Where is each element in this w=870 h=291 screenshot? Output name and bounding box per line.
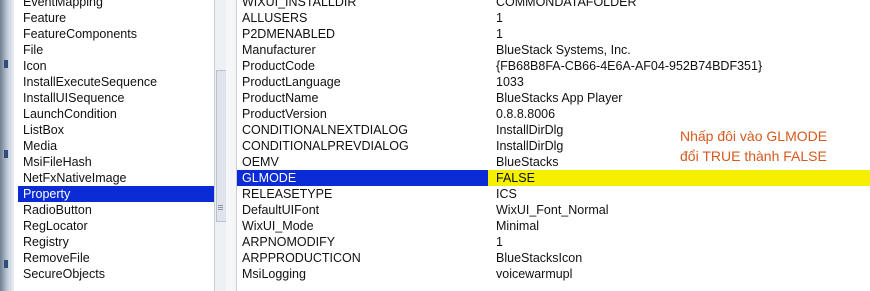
property-value[interactable]: BlueStacksIcon [496,250,582,266]
table-list-item[interactable]: MsiFileHash [18,154,214,170]
property-name[interactable]: WixUI_Mode [242,218,314,234]
property-value[interactable]: COMMONDATAFOLDER [496,0,637,10]
property-row[interactable]: P2DMENABLED 1 [237,26,870,42]
table-name: Feature [23,11,67,25]
property-name[interactable]: RELEASETYPE [242,186,332,202]
property-value[interactable]: FALSE [496,170,535,186]
annotation-line-2: đổi TRUE thành FALSE [680,148,827,164]
table-list-item[interactable]: Media [18,138,214,154]
scrollbar-grip [218,205,223,206]
table-name: NetFxNativeImage [23,171,127,185]
property-row[interactable]: ProductLanguage 1033 [237,74,870,90]
property-name[interactable]: ARPNOMODIFY [242,234,335,250]
property-name[interactable]: CONDITIONALPREVDIALOG [242,138,409,154]
table-name: File [23,43,44,57]
property-row[interactable]: ProductCode {FB68B8FA-CB66-4E6A-AF04-952B… [237,58,870,74]
gutter-marker [4,60,8,68]
property-row[interactable]: ARPPRODUCTICON BlueStacksIcon [237,250,870,266]
property-value[interactable]: BlueStacks [496,154,559,170]
property-row[interactable]: ProductName BlueStacks App Player [237,90,870,106]
value-highlight [488,170,870,186]
table-name: Property [23,187,71,201]
property-value[interactable]: InstallDirDlg [496,138,563,154]
property-row[interactable]: RELEASETYPE ICS [237,186,870,202]
property-name[interactable]: ProductCode [242,58,315,74]
table-name: MsiFileHash [23,155,92,169]
table-list-item[interactable]: RadioButton [18,202,214,218]
left-gutter [0,0,14,291]
table-list-item[interactable]: Feature [18,10,214,26]
property-name[interactable]: ALLUSERS [242,10,307,26]
table-list-item[interactable]: InstallExecuteSequence [18,74,214,90]
table-list-item[interactable]: Registry [18,234,214,250]
property-row[interactable]: GLMODE FALSE [237,170,870,186]
table-list-item[interactable]: NetFxNativeImage [18,170,214,186]
property-row[interactable]: ALLUSERS 1 [237,10,870,26]
property-value[interactable]: 1 [496,26,503,42]
property-value[interactable]: InstallDirDlg [496,122,563,138]
property-name[interactable]: P2DMENABLED [242,26,335,42]
property-name[interactable]: OEMV [242,154,279,170]
table-name: FeatureComponents [23,27,137,41]
property-row[interactable]: DefaultUIFont WixUI_Font_Normal [237,202,870,218]
property-value[interactable]: BlueStacks App Player [496,90,622,106]
property-row[interactable]: WIXUI_INSTALLDIR COMMONDATAFOLDER [237,0,870,10]
table-name: RegLocator [23,219,88,233]
table-name: RemoveFile [23,251,90,265]
tables-list[interactable]: EventMapping Feature FeatureComponents File… [18,0,214,291]
property-value[interactable]: BlueStack Systems, Inc. [496,42,631,58]
msi-editor-window: EventMapping Feature FeatureComponents File… [0,0,870,291]
table-name: ListBox [23,123,64,137]
property-value[interactable]: {FB68B8FA-CB66-4E6A-AF04-952B74BDF351} [496,58,762,74]
table-name: SecureObjects [23,267,105,281]
gutter-marker [4,260,8,268]
annotation-line-1: Nhấp đôi vào GLMODE [680,128,828,144]
table-name: LaunchCondition [23,107,117,121]
table-name: Media [23,139,58,153]
table-list-item[interactable]: Property [18,186,214,202]
table-name: EventMapping [23,0,103,9]
property-row[interactable]: ProductVersion 0.8.8.8006 [237,106,870,122]
pane-splitter[interactable] [226,0,237,291]
property-row[interactable]: ARPNOMODIFY 1 [237,234,870,250]
table-list-item[interactable]: RegLocator [18,218,214,234]
property-row[interactable]: WixUI_Mode Minimal [237,218,870,234]
property-row[interactable]: Manufacturer BlueStack Systems, Inc. [237,42,870,58]
table-list-item[interactable]: File [18,42,214,58]
property-name[interactable]: ProductName [242,90,318,106]
property-name[interactable]: ProductLanguage [242,74,341,90]
annotation: Nhấp đôi vào GLMODE đổi TRUE thành FALSE [680,126,827,166]
property-value[interactable]: 0.8.8.8006 [496,106,555,122]
table-list-item[interactable]: EventMapping [18,0,214,10]
table-name: Icon [23,59,47,73]
property-value[interactable]: 1 [496,10,503,26]
property-value[interactable]: ICS [496,186,517,202]
table-list-item[interactable]: SecureObjects [18,266,214,282]
property-value[interactable]: voicewarmupl [496,266,572,282]
table-name: Registry [23,235,69,249]
property-name[interactable]: DefaultUIFont [242,202,319,218]
property-name[interactable]: Manufacturer [242,42,316,58]
table-list-item[interactable]: InstallUISequence [18,90,214,106]
property-name[interactable]: ProductVersion [242,106,327,122]
gutter-marker [4,150,8,158]
property-name[interactable]: ARPPRODUCTICON [242,250,361,266]
property-value[interactable]: 1 [496,234,503,250]
property-value[interactable]: 1033 [496,74,524,90]
table-list-item[interactable]: FeatureComponents [18,26,214,42]
table-list-item[interactable]: LaunchCondition [18,106,214,122]
property-name[interactable]: GLMODE [242,170,296,186]
property-row[interactable]: MsiLogging voicewarmupl [237,266,870,282]
property-value[interactable]: WixUI_Font_Normal [496,202,609,218]
table-name: RadioButton [23,203,92,217]
table-list-item[interactable]: RemoveFile [18,250,214,266]
property-value[interactable]: Minimal [496,218,539,234]
property-name[interactable]: MsiLogging [242,266,306,282]
table-name: InstallUISequence [23,91,125,105]
table-list-item[interactable]: ListBox [18,122,214,138]
property-name[interactable]: CONDITIONALNEXTDIALOG [242,122,408,138]
table-name: InstallExecuteSequence [23,75,158,89]
property-name[interactable]: WIXUI_INSTALLDIR [242,0,356,10]
table-list-item[interactable]: Icon [18,58,214,74]
